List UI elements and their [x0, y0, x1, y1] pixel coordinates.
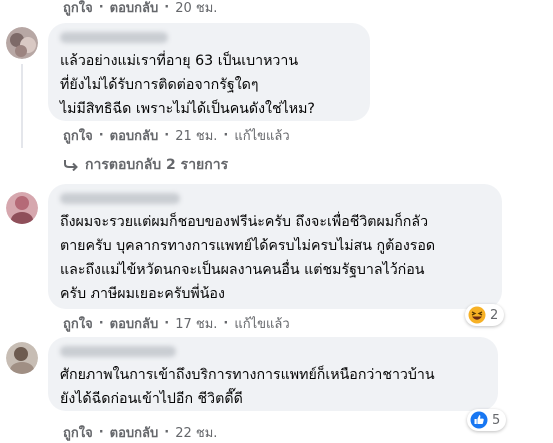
view-replies-button[interactable]: การตอบกลับ 2 รายการ [63, 154, 228, 176]
reply-button[interactable]: ตอบกลับ [110, 313, 159, 334]
comment-bubble: แล้วอย่างแม่เราที่อายุ 63 เป็นเบาหวาน ที… [48, 23, 370, 121]
like-thumb-icon [470, 411, 488, 429]
reply-button[interactable]: ตอบกลับ [110, 0, 159, 18]
comment-actions: ถูกใจ · ตอบกลับ · 21 ชม. · แก้ไขแล้ว [63, 125, 290, 146]
reaction-number: 5 [492, 412, 501, 428]
comment-timestamp[interactable]: 21 ชม. [175, 125, 217, 146]
commenter-name-blurred[interactable] [60, 32, 168, 43]
reaction-number: 2 [490, 307, 499, 323]
avatar-photo-icon [6, 342, 38, 374]
commenter-name-blurred[interactable] [60, 193, 180, 204]
reply-button[interactable]: ตอบกลับ [110, 125, 159, 146]
avatar[interactable] [6, 27, 38, 59]
edited-label[interactable]: แก้ไขแล้ว [234, 313, 289, 334]
comment-bubble: ถึงผมจะรวยแต่ผมก็ชอบของฟรีน่ะครับ ถึงจะเ… [48, 184, 502, 309]
top-comment-actions: ถูกใจ · ตอบกลับ · 20 ชม. [63, 0, 217, 18]
avatar[interactable] [6, 342, 38, 374]
like-button[interactable]: ถูกใจ [63, 125, 93, 146]
comment-bubble: ศักยภาพในการเข้าถึงบริการทางการแพทย์ก็เห… [48, 337, 498, 411]
comment-text: แล้วอย่างแม่เราที่อายุ 63 เป็นเบาหวาน ที… [60, 53, 315, 117]
commenter-name-blurred[interactable] [60, 346, 176, 357]
avatar-photo-icon [6, 192, 38, 224]
comment-text: ถึงผมจะรวยแต่ผมก็ชอบของฟรีน่ะครับ ถึงจะเ… [60, 214, 436, 302]
avatar[interactable] [6, 192, 38, 224]
reaction-count[interactable]: 5 [467, 409, 507, 431]
reply-button[interactable]: ตอบกลับ [110, 422, 159, 443]
reaction-count[interactable]: 2 [465, 304, 505, 326]
edited-label[interactable]: แก้ไขแล้ว [234, 125, 289, 146]
comment-actions: ถูกใจ · ตอบกลับ · 22 ชม. [63, 422, 217, 443]
like-button[interactable]: ถูกใจ [63, 422, 93, 443]
comment-actions: ถูกใจ · ตอบกลับ · 17 ชม. · แก้ไขแล้ว [63, 313, 290, 334]
avatar-photo-icon [6, 27, 38, 59]
thread-line [21, 64, 23, 148]
like-button[interactable]: ถูกใจ [63, 0, 93, 18]
replies-label[interactable]: การตอบกลับ 2 รายการ [85, 154, 228, 176]
comment-timestamp[interactable]: 20 ชม. [175, 0, 217, 18]
haha-emoji-icon [468, 306, 486, 324]
comment-timestamp[interactable]: 17 ชม. [175, 313, 217, 334]
like-button[interactable]: ถูกใจ [63, 313, 93, 334]
reply-arrow-icon [64, 160, 78, 171]
comment-text: ศักยภาพในการเข้าถึงบริการทางการแพทย์ก็เห… [60, 367, 435, 407]
comment-timestamp[interactable]: 22 ชม. [175, 422, 217, 443]
